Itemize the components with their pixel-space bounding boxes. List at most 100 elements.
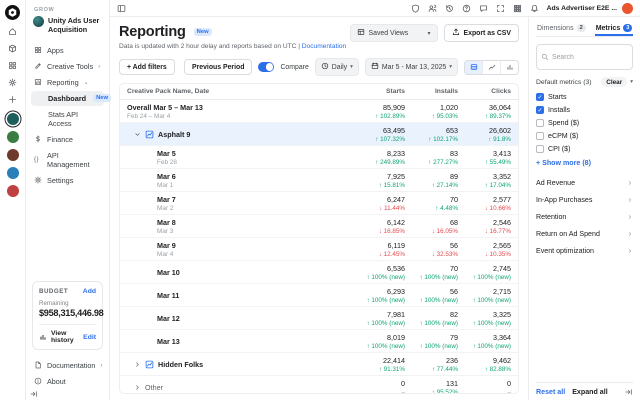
date-range-picker[interactable]: Mar 5 - Mar 13, 2025 ▾ xyxy=(364,58,458,76)
tab-metrics[interactable]: Metrics 3 xyxy=(595,22,634,36)
saved-views-label: Saved Views xyxy=(368,29,409,37)
metric-option-starts[interactable]: ✓ Starts xyxy=(536,90,633,103)
previous-period-button[interactable]: Previous Period xyxy=(183,59,253,75)
metric-option-installs[interactable]: ✓ Installs xyxy=(536,103,633,116)
sidebar-item-stats-api-access[interactable]: Stats API Access xyxy=(31,107,104,131)
line-chart-icon[interactable] xyxy=(145,360,154,369)
account-name[interactable]: Ads Advertiser E2E ... xyxy=(547,5,617,12)
column-header-creative-pack-name-date[interactable]: Creative Pack Name, Date xyxy=(127,88,352,95)
users-icon[interactable] xyxy=(428,4,437,13)
sidebar-item-api-management[interactable]: { } API Management xyxy=(31,148,104,172)
chevron-right-icon[interactable] xyxy=(134,384,141,391)
chevron-right-icon xyxy=(628,197,632,202)
table-row-other[interactable]: Other 0–131 ↑ 95.52% 0– xyxy=(120,376,518,393)
view-history-button[interactable]: View history xyxy=(51,330,80,344)
metric-group-in-app-purchases[interactable]: In-App Purchases xyxy=(536,191,633,208)
plus-icon[interactable] xyxy=(8,95,17,104)
grid-icon[interactable] xyxy=(8,61,17,70)
sidebar-item-creative-tools[interactable]: Creative Tools › xyxy=(31,59,104,74)
budget-add-button[interactable]: Add xyxy=(83,288,96,295)
shield-icon[interactable] xyxy=(411,4,420,13)
table-row-mar-13[interactable]: Mar 13 8,019 ↑ 100% (new) 79 ↑ 100% (new) 3,3… xyxy=(120,330,518,353)
chevron-right-icon xyxy=(628,231,632,236)
checkbox-icon[interactable] xyxy=(536,131,544,140)
metric-group-return-on-ad-spend[interactable]: Return on Ad Spend xyxy=(536,225,633,242)
fullscreen-icon[interactable] xyxy=(496,4,505,13)
table-row-mar-10[interactable]: Mar 10 6,536 ↑ 100% (new) 70 ↑ 100% (new) 2,7… xyxy=(120,261,518,284)
expand-all-button[interactable]: Expand all xyxy=(572,388,607,396)
checkbox-icon[interactable]: ✓ xyxy=(536,92,544,101)
sidebar-item-settings[interactable]: Settings xyxy=(31,173,104,188)
table-row-mar-5[interactable]: Mar 5 Feb 28 8,233 ↑ 249.89% 83 ↑ 277.27% 3,41… xyxy=(120,146,518,169)
checkbox-icon[interactable] xyxy=(536,144,544,153)
report-icon xyxy=(34,78,43,86)
app-1-icon[interactable] xyxy=(6,113,19,125)
table-row-overall-mar-5-mar-13[interactable]: Overall Mar 5 – Mar 13 Feb 24 – Mar 4 85,9… xyxy=(120,100,518,123)
table-row-mar-6[interactable]: Mar 6 Mar 1 7,925 ↑ 15.81% 89 ↑ 27.14% 3,352 ↑ … xyxy=(120,169,518,192)
chevron-down-icon[interactable] xyxy=(134,131,141,138)
metric-option-ecpm[interactable]: eCPM ($) xyxy=(536,129,633,142)
org-switcher[interactable]: Unity Ads User Acquisition xyxy=(33,16,104,35)
chevron-down-icon[interactable]: ▾ xyxy=(630,79,633,85)
sidebar-item-documentation[interactable]: Documentation › xyxy=(31,358,104,372)
granularity-dropdown[interactable]: Daily ▾ xyxy=(314,58,359,76)
table-row-asphalt-9[interactable]: Asphalt 9 63,495 ↑ 107.32% 653 ↑ 102.17% 26,6… xyxy=(120,123,518,146)
metric-option-spend[interactable]: Spend ($) xyxy=(536,116,633,129)
metric-search[interactable] xyxy=(536,44,633,70)
sidebar-item-apps[interactable]: Apps xyxy=(31,43,104,58)
documentation-link[interactable]: Documentation xyxy=(302,43,346,50)
account-avatar[interactable] xyxy=(622,2,633,14)
sidebar-item-about[interactable]: About xyxy=(31,374,104,388)
column-header-starts[interactable]: Starts xyxy=(352,88,405,95)
search-input[interactable] xyxy=(552,53,628,61)
saved-views-dropdown[interactable]: Saved Views ▾ xyxy=(349,24,438,42)
bar-chart-view-button[interactable] xyxy=(500,60,518,74)
home-icon[interactable] xyxy=(8,27,17,36)
bell-icon[interactable] xyxy=(530,4,539,13)
metric-group-retention[interactable]: Retention xyxy=(536,208,633,225)
history-icon[interactable] xyxy=(445,4,454,13)
sidebar-item-reporting[interactable]: Reporting ⌄ xyxy=(31,75,104,90)
metric-option-cpi[interactable]: CPI ($) xyxy=(536,142,633,155)
panel-collapse-icon[interactable] xyxy=(625,388,633,396)
metric-group-ad-revenue[interactable]: Ad Revenue xyxy=(536,174,633,191)
column-header-clicks[interactable]: Clicks xyxy=(458,88,511,95)
table-row-mar-9[interactable]: Mar 9 Mar 4 6,119 ↓ 12.45% 56 ↓ 32.53% 2,565 ↓ … xyxy=(120,238,518,261)
apps-grid-icon[interactable] xyxy=(513,4,522,13)
table-row-mar-8[interactable]: Mar 8 Mar 3 6,142 ↓ 16.85% 68 ↓ 16.05% 2,546 ↓ … xyxy=(120,215,518,238)
metric-group-event-optimization[interactable]: Event optimization xyxy=(536,242,633,259)
help-icon[interactable] xyxy=(462,4,471,13)
sidebar-item-finance[interactable]: Finance xyxy=(31,132,104,147)
line-chart-icon[interactable] xyxy=(145,130,154,139)
cube-icon[interactable] xyxy=(8,44,17,53)
export-csv-button[interactable]: Export as CSV xyxy=(443,24,519,42)
unity-logo[interactable] xyxy=(5,5,20,20)
gear-icon[interactable] xyxy=(8,78,17,87)
reset-all-button[interactable]: Reset all xyxy=(536,388,565,396)
line-chart-view-button[interactable] xyxy=(482,60,500,74)
show-more-button[interactable]: + Show more (8) xyxy=(536,159,633,167)
budget-edit-button[interactable]: Edit xyxy=(83,334,96,341)
feedback-icon[interactable] xyxy=(479,4,488,13)
sidebar-collapse-icon[interactable] xyxy=(30,390,38,398)
app-2-icon[interactable] xyxy=(6,131,19,143)
table-row-hidden-folks[interactable]: Hidden Folks 22,414 ↑ 91.31% 236 ↑ 77.44% 9,4… xyxy=(120,353,518,376)
tab-dimensions[interactable]: Dimensions 2 xyxy=(536,22,587,36)
table-row-mar-7[interactable]: Mar 7 Mar 2 6,247 ↓ 11.44% 70 ↑ 4.48% 2,577 ↓ 1… xyxy=(120,192,518,215)
table-row-mar-12[interactable]: Mar 12 7,981 ↑ 100% (new) 82 ↑ 100% (new) 3,3… xyxy=(120,307,518,330)
clear-button[interactable]: Clear xyxy=(601,77,628,87)
sidebar-item-dashboard[interactable]: Dashboard New xyxy=(31,90,112,106)
add-filters-button[interactable]: + Add filters xyxy=(119,59,175,75)
checkbox-icon[interactable]: ✓ xyxy=(536,105,544,114)
column-header-installs[interactable]: Installs xyxy=(405,88,458,95)
panel-toggle-icon[interactable] xyxy=(117,4,126,13)
chevron-right-icon[interactable] xyxy=(134,361,141,368)
metric-delta: ↑ 91.31% xyxy=(378,365,405,373)
compare-toggle[interactable] xyxy=(258,62,275,72)
app-3-icon[interactable] xyxy=(6,149,19,161)
table-row-mar-11[interactable]: Mar 11 6,293 ↑ 100% (new) 56 ↑ 100% (new) 2,7… xyxy=(120,284,518,307)
app-5-icon[interactable] xyxy=(6,185,19,197)
checkbox-icon[interactable] xyxy=(536,118,544,127)
app-4-icon[interactable] xyxy=(6,167,19,179)
table-view-button[interactable] xyxy=(465,60,482,74)
